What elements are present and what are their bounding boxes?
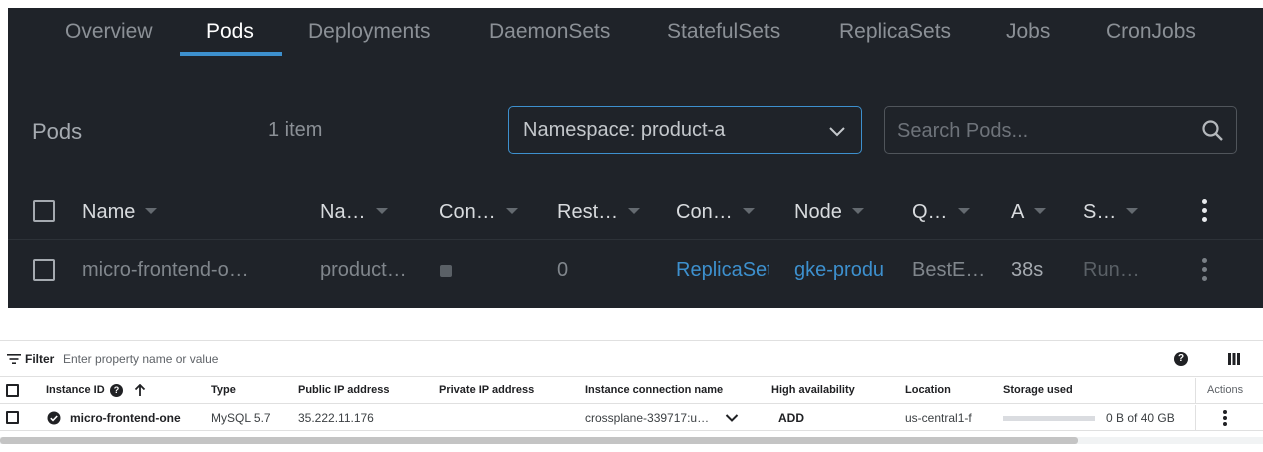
pod-restarts: 0 — [557, 259, 569, 281]
column-header-controlled-by[interactable]: Con… — [676, 201, 755, 224]
sort-caret-icon — [851, 208, 864, 214]
pods-toolbar: Pods 1 item Namespace: product-a — [8, 106, 1263, 156]
actions-column — [1195, 405, 1255, 430]
tab-deployments[interactable]: Deployments — [308, 20, 431, 44]
row-menu-icon[interactable] — [1202, 258, 1208, 282]
more-vert-icon[interactable] — [1223, 410, 1228, 434]
sort-caret-icon — [1126, 208, 1139, 214]
container-status-icon — [440, 265, 452, 277]
check-circle-icon — [47, 411, 61, 425]
column-label: Na… — [320, 201, 366, 223]
column-header-restarts[interactable]: Rest… — [557, 201, 641, 224]
pod-name: micro-frontend-o… — [82, 259, 249, 281]
filter-label: Filter — [25, 352, 55, 366]
pod-qos: BestE… — [912, 259, 986, 281]
column-header-qos[interactable]: Q… — [912, 201, 970, 224]
column-header-type[interactable]: Type — [211, 384, 236, 396]
select-all-checkbox[interactable] — [6, 384, 19, 397]
column-header-name[interactable]: Name — [82, 201, 158, 224]
pod-age: 38s — [1011, 259, 1044, 281]
column-label: Name — [82, 201, 136, 223]
expand-chevron-icon[interactable] — [725, 413, 739, 423]
connection-name: crossplane-339717:u… — [585, 411, 710, 425]
column-header-node[interactable]: Node — [794, 201, 864, 224]
column-header-namespace[interactable]: Na… — [320, 201, 388, 224]
column-header-connection-name[interactable]: Instance connection name — [585, 384, 723, 396]
sort-caret-icon — [742, 208, 755, 214]
sort-caret-icon — [628, 208, 641, 214]
row-checkbox[interactable] — [6, 411, 19, 424]
column-header-private-ip[interactable]: Private IP address — [439, 384, 534, 396]
tab-cronjobs[interactable]: CronJobs — [1106, 20, 1196, 44]
horizontal-scrollbar[interactable] — [0, 437, 1078, 444]
column-label: S… — [1083, 201, 1117, 223]
row-checkbox[interactable] — [33, 259, 55, 281]
tab-overview[interactable]: Overview — [65, 20, 153, 44]
sort-caret-icon — [375, 208, 388, 214]
lens-workloads-panel: Overview Pods Deployments DaemonSets Sta… — [8, 8, 1263, 308]
pod-namespace: product… — [320, 259, 407, 281]
select-all-checkbox[interactable] — [33, 200, 55, 222]
page-title: Pods — [32, 119, 83, 144]
pods-table-header: Name Na… Con… Rest… Con… Node Q… A S… — [8, 183, 1263, 240]
tab-replicasets[interactable]: ReplicaSets — [839, 20, 951, 44]
workload-tabs: Overview Pods Deployments DaemonSets Sta… — [8, 8, 1263, 68]
active-tab-indicator — [180, 52, 282, 56]
column-label: Rest… — [557, 201, 619, 223]
sort-caret-icon — [1034, 208, 1047, 214]
namespace-select-value: Namespace: product-a — [523, 119, 726, 141]
column-header-public-ip[interactable]: Public IP address — [298, 384, 390, 396]
tab-daemonsets[interactable]: DaemonSets — [489, 20, 610, 44]
column-header-containers[interactable]: Con… — [439, 201, 518, 224]
column-label: Node — [794, 201, 842, 223]
storage-usage-bar — [1003, 416, 1095, 421]
instances-table-header: Instance ID ? Type Public IP address Pri… — [0, 378, 1263, 404]
search-pods-box — [884, 106, 1237, 154]
instance-type: MySQL 5.7 — [211, 411, 271, 425]
public-ip: 35.222.11.176 — [298, 411, 374, 425]
help-icon[interactable]: ? — [1174, 352, 1188, 366]
filter-input[interactable] — [63, 350, 463, 368]
sort-caret-icon — [505, 208, 518, 214]
instance-id-link[interactable]: micro-frontend-one — [70, 411, 181, 425]
filter-bar: Filter ? — [0, 340, 1263, 377]
cloudsql-instances-panel: Filter ? Instance ID ? Type Public IP ad… — [0, 340, 1263, 452]
sort-up-arrow-icon[interactable] — [134, 384, 146, 397]
instance-location: us-central1-f — [905, 411, 972, 425]
namespace-select[interactable]: Namespace: product-a — [508, 106, 862, 154]
tab-pods[interactable]: Pods — [206, 20, 254, 44]
column-header-status[interactable]: S… — [1083, 201, 1139, 224]
table-row[interactable]: micro-frontend-o… product… 0 ReplicaSet … — [8, 241, 1263, 298]
column-display-icon[interactable] — [1228, 353, 1240, 365]
actions-column: Actions — [1195, 378, 1255, 403]
column-header-age[interactable]: A — [1011, 201, 1047, 224]
column-label: Con… — [676, 201, 733, 223]
add-high-availability-button[interactable]: ADD — [778, 411, 804, 425]
item-count: 1 item — [268, 119, 323, 141]
column-menu-icon[interactable] — [1202, 199, 1208, 223]
tab-statefulsets[interactable]: StatefulSets — [667, 20, 780, 44]
sort-caret-icon — [145, 208, 158, 214]
column-header-actions: Actions — [1207, 384, 1244, 396]
pod-status: Run… — [1083, 259, 1140, 281]
column-header-instance-id[interactable]: Instance ID — [46, 384, 105, 396]
column-label: A — [1011, 201, 1025, 223]
controlled-by-link[interactable]: ReplicaSet — [676, 259, 769, 282]
table-row[interactable]: micro-frontend-one MySQL 5.7 35.222.11.1… — [0, 405, 1263, 431]
tab-jobs[interactable]: Jobs — [1006, 20, 1050, 44]
column-label: Q… — [912, 201, 948, 223]
column-header-high-availability[interactable]: High availability — [771, 384, 855, 396]
sort-caret-icon — [957, 208, 970, 214]
column-label: Con… — [439, 201, 496, 223]
search-icon[interactable] — [1200, 118, 1226, 144]
node-link[interactable]: gke-produ — [794, 259, 889, 282]
storage-used: 0 B of 40 GB — [1106, 411, 1175, 425]
column-header-storage[interactable]: Storage used — [1003, 384, 1073, 396]
help-icon[interactable]: ? — [110, 384, 123, 397]
filter-icon[interactable] — [7, 353, 21, 365]
column-header-location[interactable]: Location — [905, 384, 951, 396]
chevron-down-icon — [829, 127, 845, 137]
search-input[interactable] — [897, 117, 1187, 145]
